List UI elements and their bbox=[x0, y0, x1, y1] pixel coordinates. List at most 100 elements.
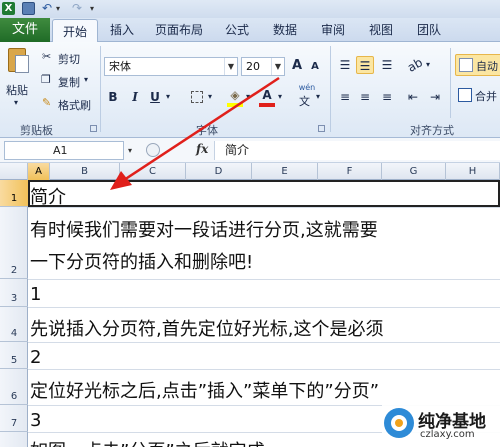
row-header-3[interactable]: 3 bbox=[0, 279, 28, 307]
align-center-icon[interactable]: ≡ bbox=[356, 88, 374, 106]
tab-formulas[interactable]: 公式 bbox=[214, 18, 260, 42]
chevron-down-icon[interactable]: ▾ bbox=[166, 92, 170, 101]
font-name-select[interactable]: 宋体 ▼ bbox=[104, 57, 238, 76]
wrap-text-button[interactable]: 自动 bbox=[455, 54, 500, 76]
cell-a2-line1[interactable]: 有时候我们需要对一段话进行分页,这就需要 bbox=[30, 216, 378, 242]
chevron-down-icon[interactable]: ▾ bbox=[316, 92, 320, 101]
row-divider bbox=[28, 279, 500, 280]
chevron-down-icon[interactable]: ▾ bbox=[56, 2, 69, 15]
clipboard-launcher-icon[interactable] bbox=[90, 125, 97, 132]
cell-a4[interactable]: 先说插入分页符,首先定位好光标,这个是必须 bbox=[30, 315, 383, 341]
redo-icon[interactable]: ↷ bbox=[72, 2, 85, 15]
column-headers: A B C D E F G H bbox=[0, 163, 500, 180]
column-header-c[interactable]: C bbox=[120, 163, 186, 180]
copy-button[interactable]: 复制 bbox=[58, 74, 80, 90]
select-all-corner[interactable] bbox=[0, 163, 28, 180]
cell-a7[interactable]: 3 bbox=[30, 410, 41, 431]
customize-icon[interactable]: ▾ bbox=[90, 2, 103, 15]
wrap-text-label: 自动 bbox=[476, 60, 498, 73]
bold-button[interactable]: B bbox=[104, 88, 122, 106]
column-header-e[interactable]: E bbox=[252, 163, 318, 180]
save-icon[interactable] bbox=[22, 2, 35, 15]
orientation-icon[interactable]: ab bbox=[403, 53, 428, 78]
column-header-d[interactable]: D bbox=[186, 163, 252, 180]
fill-color-swatch bbox=[227, 103, 243, 107]
quick-access-toolbar: X ↶ ▾ ↷ ▾ bbox=[0, 0, 500, 18]
font-launcher-icon[interactable] bbox=[318, 125, 325, 132]
undo-icon[interactable]: ↶ bbox=[42, 2, 55, 15]
tab-home[interactable]: 开始 bbox=[52, 19, 98, 43]
row-header-7[interactable]: 7 bbox=[0, 405, 28, 432]
row-divider bbox=[28, 207, 500, 208]
chevron-down-icon[interactable]: ▾ bbox=[128, 146, 132, 155]
font-size-select[interactable]: 20 ▼ bbox=[241, 57, 285, 76]
phonetic-char-icon: 文 bbox=[299, 95, 310, 108]
row-divider bbox=[28, 369, 500, 370]
formula-input[interactable]: 简介 bbox=[214, 141, 500, 160]
cell-a2-line2[interactable]: 一下分页符的插入和删除吧! bbox=[30, 248, 253, 274]
chevron-down-icon[interactable]: ▾ bbox=[426, 60, 430, 69]
tab-insert[interactable]: 插入 bbox=[100, 18, 144, 42]
excel-icon[interactable]: X bbox=[2, 2, 15, 15]
paste-button[interactable]: 粘贴 bbox=[6, 82, 28, 98]
column-header-a[interactable]: A bbox=[28, 163, 50, 180]
format-painter-button[interactable]: 格式刷 bbox=[58, 97, 91, 113]
cell-a8[interactable]: 如图，点击”分页”之后就完成 bbox=[30, 437, 265, 447]
chevron-down-icon[interactable]: ▾ bbox=[278, 92, 282, 101]
brush-icon: ✎ bbox=[42, 96, 52, 109]
cut-button[interactable]: 剪切 bbox=[58, 51, 80, 67]
paste-icon[interactable] bbox=[6, 46, 30, 76]
align-top-icon[interactable]: ☰ bbox=[336, 56, 354, 74]
column-header-g[interactable]: G bbox=[382, 163, 446, 180]
cell-a6[interactable]: 定位好光标之后,点击”插入”菜单下的”分页” bbox=[30, 377, 379, 403]
chevron-down-icon[interactable]: ▾ bbox=[246, 92, 250, 101]
tab-review[interactable]: 审阅 bbox=[310, 18, 356, 42]
name-box[interactable]: A1 bbox=[4, 141, 124, 160]
cell-a3[interactable]: 1 bbox=[30, 284, 41, 305]
fx-icon[interactable]: fx bbox=[196, 142, 208, 156]
align-left-icon[interactable]: ≡ bbox=[336, 88, 354, 106]
merge-center-label: 合并 bbox=[475, 90, 497, 103]
font-color-icon[interactable]: A bbox=[258, 86, 276, 104]
column-header-b[interactable]: B bbox=[50, 163, 120, 180]
chevron-down-icon[interactable]: ▼ bbox=[224, 58, 237, 75]
group-divider bbox=[330, 46, 331, 132]
fill-color-icon[interactable]: ◈ bbox=[226, 86, 244, 104]
column-header-h[interactable]: H bbox=[446, 163, 500, 180]
column-header-f[interactable]: F bbox=[318, 163, 382, 180]
chevron-down-icon[interactable]: ▾ bbox=[14, 98, 18, 107]
row-header-2[interactable]: 2 bbox=[0, 207, 28, 279]
chevron-down-icon[interactable]: ▾ bbox=[84, 75, 88, 84]
underline-button[interactable]: U bbox=[146, 88, 164, 106]
merge-center-button[interactable]: 合并 bbox=[455, 85, 500, 107]
align-middle-icon[interactable]: ☰ bbox=[356, 56, 374, 74]
align-bottom-icon[interactable]: ☰ bbox=[378, 56, 396, 74]
decrease-indent-icon[interactable]: ⇤ bbox=[404, 88, 422, 106]
cell-a5[interactable]: 2 bbox=[30, 347, 41, 368]
tab-team[interactable]: 团队 bbox=[406, 18, 452, 42]
formula-bar: A1 ▾ fx 简介 bbox=[0, 138, 500, 163]
align-right-icon[interactable]: ≡ bbox=[378, 88, 396, 106]
tab-data[interactable]: 数据 bbox=[262, 18, 308, 42]
formula-expand-icon[interactable] bbox=[146, 143, 160, 157]
tab-view[interactable]: 视图 bbox=[358, 18, 404, 42]
row-header-1[interactable]: 1 bbox=[0, 180, 28, 207]
row-header-4[interactable]: 4 bbox=[0, 307, 28, 342]
row-header-6[interactable]: 6 bbox=[0, 369, 28, 405]
decrease-font-icon[interactable]: A bbox=[306, 58, 324, 76]
tab-page-layout[interactable]: 页面布局 bbox=[146, 18, 212, 42]
merge-icon bbox=[458, 88, 472, 102]
chevron-down-icon[interactable]: ▼ bbox=[271, 58, 284, 75]
increase-indent-icon[interactable]: ⇥ bbox=[426, 88, 444, 106]
watermark: 纯净基地 czlaxy.com bbox=[382, 404, 500, 447]
row-headers: 1 2 3 4 5 6 7 bbox=[0, 180, 28, 447]
italic-button[interactable]: I bbox=[126, 88, 144, 106]
copy-icon: ❐ bbox=[41, 73, 51, 86]
chevron-down-icon[interactable]: ▾ bbox=[208, 92, 212, 101]
borders-icon[interactable] bbox=[188, 88, 206, 106]
watermark-logo-icon bbox=[384, 408, 414, 438]
row-header-5[interactable]: 5 bbox=[0, 342, 28, 369]
tab-file[interactable]: 文件 bbox=[0, 18, 50, 42]
phonetic-icon[interactable]: wén bbox=[296, 83, 318, 93]
increase-font-icon[interactable]: A bbox=[288, 57, 306, 75]
